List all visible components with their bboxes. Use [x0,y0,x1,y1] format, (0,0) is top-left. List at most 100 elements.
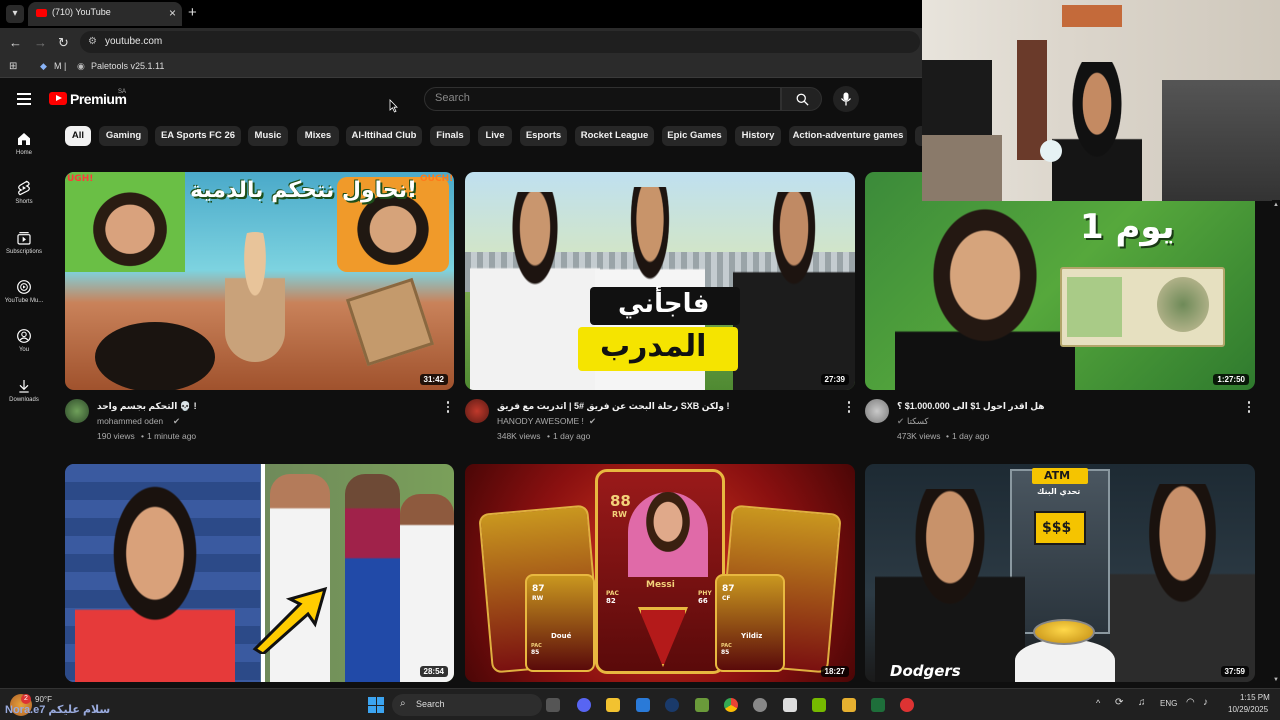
browser-tab[interactable]: (710) YouTube × [28,2,182,26]
video-age: 1 minute ago [147,431,197,441]
url-text: youtube.com [105,36,163,47]
card-center-player [628,492,708,577]
notepad-icon[interactable] [783,698,797,712]
wifi-icon[interactable]: ◠ [1186,697,1195,708]
video-thumbnail[interactable]: ATM تحدي البنك $$$ Dodgers 37:59 [865,464,1255,682]
teams-icon: ◆ [40,61,47,71]
video-thumbnail[interactable]: يوم 1 1:27:50 [865,172,1255,390]
more-actions-icon[interactable] [444,401,452,415]
video-thumbnail[interactable]: فاجأني المدرب 27:39 [465,172,855,390]
tab-close-button[interactable]: × [169,6,176,20]
start-windows-icon[interactable] [368,697,384,713]
video-title[interactable]: التحكم بجسم واحد 💀 ! [97,401,197,412]
player-card-small-left: 87 RW Doué PAC 85 [525,574,595,672]
minecraft-icon[interactable] [695,698,709,712]
chip-rocket-league[interactable]: Rocket League [575,126,654,146]
channel-name[interactable]: كسكتا [907,416,928,427]
nvidia-icon[interactable] [812,698,826,712]
tab-search-button[interactable]: ▾ [6,5,24,23]
chip-esports[interactable]: Esports [520,126,567,146]
chip-live[interactable]: Live [478,126,512,146]
chip-al-ittihad-club[interactable]: Al-Ittihad Club [346,126,422,146]
thumbnail-gold-button [1033,619,1095,645]
sidebar-item-downloads[interactable]: Downloads [0,378,48,403]
site-info-icon[interactable]: ⚙ [88,36,97,47]
forward-arrow-icon[interactable]: → [34,35,47,50]
language-indicator[interactable]: ENG [1160,699,1177,708]
thumbnail-title-text: يوم 1 [1080,207,1175,247]
chip-gaming[interactable]: Gaming [99,126,148,146]
video-thumbnail[interactable]: 28:54 [65,464,454,682]
card-right-rating: 87 [722,584,735,594]
chip-finals[interactable]: Finals [430,126,470,146]
new-tab-button[interactable]: + [188,4,197,21]
thumbnail-shadow [95,322,215,390]
channel-name[interactable]: HANODY AWESOME ! [497,416,584,426]
taskbar-search[interactable]: ⌕ Search [392,694,542,716]
scroll-down-icon[interactable]: ▼ [1273,677,1279,683]
card-stat-value: 85 [721,649,730,656]
address-bar[interactable]: ⚙ youtube.com [80,31,920,53]
video-title[interactable]: رحلة البحث عن فريق #5 | اتدربت مع فريق S… [497,401,730,412]
sidebar-item-home[interactable]: Home [0,131,48,156]
voice-search-button[interactable] [833,86,859,112]
card-stat-label: PAC [606,590,619,597]
page-scrollbar[interactable]: ▲ ▼ [1272,200,1280,686]
microsoft-store-icon[interactable] [636,698,650,712]
chip-epic-games[interactable]: Epic Games [662,126,727,146]
video-title[interactable]: هل اقدر احول 1$ الى 1.000.000$ ؟ [897,401,1045,412]
search-icon [796,93,809,106]
discord-icon[interactable] [577,698,591,712]
excel-icon[interactable] [871,698,885,712]
clock-date[interactable]: 10/29/2025 [1228,705,1268,714]
card-center-position: RW [612,510,627,519]
thumbnail-person [895,192,1075,390]
chip-all[interactable]: All [65,126,91,146]
country-code: SA [118,89,127,95]
more-actions-icon[interactable] [1245,401,1253,415]
back-arrow-icon[interactable]: ← [9,35,22,50]
steam-icon[interactable] [665,698,679,712]
network-tray-icon[interactable]: ⟳ [1115,697,1123,708]
channel-avatar[interactable] [65,399,89,423]
clock-time[interactable]: 1:15 PM [1240,693,1270,702]
settings-icon[interactable] [753,698,767,712]
video-thumbnail[interactable]: 88 RW Messi PAC 82 PHY 66 87 RW Doué PAC… [465,464,855,682]
chip-music[interactable]: Music [248,126,288,146]
tray-overflow-icon[interactable]: ^ [1096,698,1100,708]
meta-separator: • [946,431,949,441]
scroll-up-icon[interactable]: ▲ [1273,202,1279,208]
channel-name[interactable]: mohammed oden [97,416,163,426]
volume-icon[interactable]: ♪ [1203,697,1208,708]
file-explorer-icon[interactable] [606,698,620,712]
search-button[interactable] [781,87,822,111]
globe-icon: ◉ [77,61,85,71]
sidebar-label: Shorts [15,199,33,205]
youtube-logo-icon[interactable] [49,92,67,105]
chip-mixes[interactable]: Mixes [297,126,339,146]
apps-grid-icon[interactable]: ⊞ [9,61,17,72]
sidebar-item-you[interactable]: You [0,328,48,353]
mic-tray-icon[interactable]: ♫ [1138,697,1146,708]
sidebar-item-subscriptions[interactable]: Subscriptions [0,230,48,255]
app-icon[interactable] [842,698,856,712]
channel-avatar[interactable] [865,399,889,423]
bookmark-item[interactable]: M | [54,61,66,71]
channel-avatar[interactable] [465,399,489,423]
sidebar-item-shorts[interactable]: Shorts [0,180,48,205]
recording-app-icon[interactable] [900,698,914,712]
task-view-icon[interactable] [546,698,560,712]
guide-menu-icon[interactable] [17,93,31,105]
video-thumbnail[interactable]: نحاول نتحكم بالدمية! UGH! OUCH! 31:42 [65,172,454,390]
thumbnail-table [1015,639,1115,682]
chip-history[interactable]: History [735,126,781,146]
sidebar-item-youtube-music[interactable]: YouTube Mu... [0,279,48,304]
search-input[interactable] [435,92,765,104]
sidebar-label: You [18,347,30,353]
more-actions-icon[interactable] [845,401,853,415]
chip-action-adventure-games[interactable]: Action-adventure games [789,126,907,146]
reload-icon[interactable]: ↻ [58,35,69,51]
chip-ea-sports-fc-26[interactable]: EA Sports FC 26 [155,126,241,146]
bookmark-item[interactable]: Paletools v25.1.11 [91,61,164,71]
chrome-icon[interactable] [724,698,738,712]
